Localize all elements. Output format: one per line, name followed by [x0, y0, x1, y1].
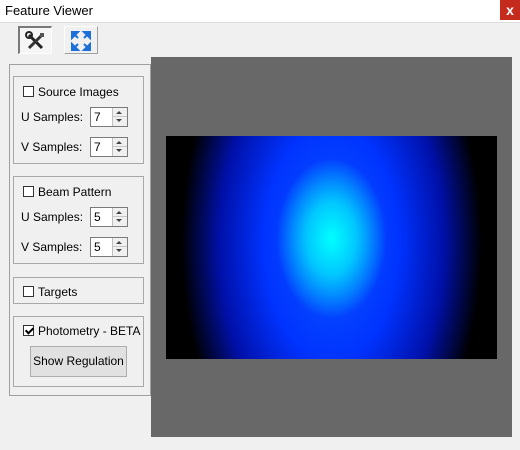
targets-group: Targets [13, 277, 144, 304]
window-title: Feature Viewer [5, 3, 93, 18]
beam-pattern-checkbox-box[interactable] [23, 186, 34, 197]
photometry-checkbox[interactable]: Photometry - BETA [23, 324, 140, 338]
tools-button[interactable] [18, 26, 52, 54]
title-bar: Feature Viewer x [0, 0, 520, 23]
source-images-checkbox-box[interactable] [23, 86, 34, 97]
spin-down-icon[interactable] [116, 219, 122, 222]
expand-arrows-icon [71, 31, 91, 51]
targets-checkbox[interactable]: Targets [23, 285, 77, 299]
viewer-canvas[interactable] [151, 57, 512, 437]
source-v-spin-arrows[interactable] [112, 138, 127, 156]
beam-v-samples-value[interactable]: 5 [94, 240, 101, 254]
beam-u-spin-arrows[interactable] [112, 208, 127, 226]
targets-label: Targets [38, 285, 78, 299]
source-u-spin-arrows[interactable] [112, 108, 127, 126]
beam-u-samples-label: U Samples: [21, 210, 84, 224]
beam-u-samples-spinner[interactable]: 5 [90, 207, 128, 227]
beam-pattern-image [166, 136, 497, 359]
beam-intensity-gradient [166, 136, 497, 359]
close-button[interactable]: x [500, 0, 520, 20]
fit-view-button[interactable] [64, 26, 98, 54]
spin-up-icon[interactable] [116, 141, 122, 144]
beam-u-samples-value[interactable]: 5 [94, 210, 101, 224]
beam-v-spin-arrows[interactable] [112, 238, 127, 256]
source-v-samples-spinner[interactable]: 7 [90, 137, 128, 157]
show-regulation-button[interactable]: Show Regulation [30, 346, 127, 377]
source-v-samples-value[interactable]: 7 [94, 140, 101, 154]
photometry-label: Photometry - BETA [38, 324, 141, 338]
spin-down-icon[interactable] [116, 119, 122, 122]
spin-up-icon[interactable] [116, 111, 122, 114]
source-u-samples-label: U Samples: [21, 110, 84, 124]
source-images-group: Source Images U Samples: 7 V Samples: 7 [13, 76, 144, 164]
source-u-samples-spinner[interactable]: 7 [90, 107, 128, 127]
source-images-checkbox[interactable]: Source Images [23, 85, 119, 99]
beam-pattern-checkbox[interactable]: Beam Pattern [23, 185, 111, 199]
beam-v-samples-label: V Samples: [21, 240, 83, 254]
source-u-samples-value[interactable]: 7 [94, 110, 101, 124]
spin-down-icon[interactable] [116, 249, 122, 252]
source-v-samples-label: V Samples: [21, 140, 83, 154]
photometry-checkbox-box[interactable] [23, 325, 34, 336]
source-images-label: Source Images [38, 85, 119, 99]
beam-v-samples-spinner[interactable]: 5 [90, 237, 128, 257]
beam-pattern-group: Beam Pattern U Samples: 5 V Samples: 5 [13, 176, 144, 264]
beam-pattern-label: Beam Pattern [38, 185, 112, 199]
spin-up-icon[interactable] [116, 241, 122, 244]
spin-down-icon[interactable] [116, 149, 122, 152]
targets-checkbox-box[interactable] [23, 286, 34, 297]
spin-up-icon[interactable] [116, 211, 122, 214]
wrench-screwdriver-icon [25, 31, 44, 50]
